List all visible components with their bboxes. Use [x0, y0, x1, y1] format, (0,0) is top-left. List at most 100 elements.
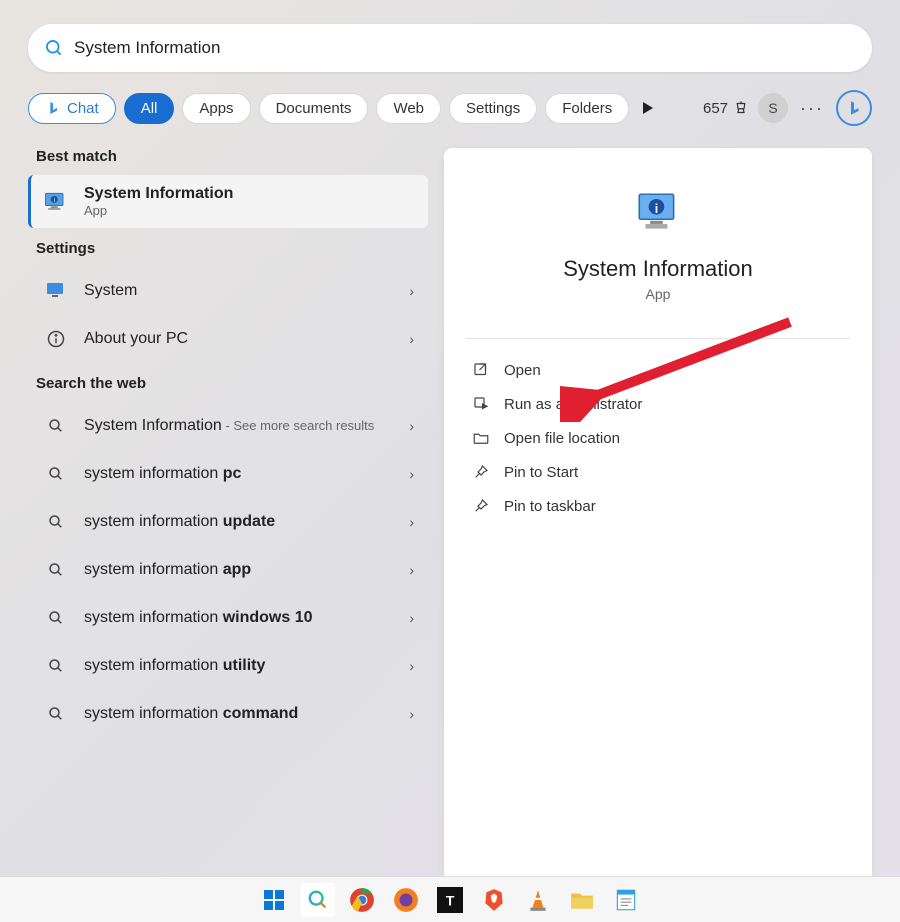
search-box[interactable]	[28, 24, 872, 72]
chevron-right-icon: ›	[409, 418, 414, 434]
web-result-suffix: - See more search results	[222, 418, 374, 433]
action-open-location[interactable]: Open file location	[444, 421, 872, 455]
action-label: Run as administrator	[504, 396, 642, 413]
user-avatar[interactable]: S	[758, 93, 788, 123]
best-match-item[interactable]: i System Information App	[28, 175, 428, 228]
web-result-suffix: pc	[223, 465, 242, 482]
web-result-prefix: System Information	[84, 417, 222, 434]
web-result-suffix: windows 10	[223, 609, 313, 626]
taskbar: T	[0, 876, 900, 922]
best-match-header: Best match	[36, 148, 428, 165]
more-options-icon[interactable]: ···	[796, 98, 828, 119]
filter-documents[interactable]: Documents	[259, 93, 369, 124]
filter-folders-label: Folders	[562, 100, 612, 117]
points-value: 657	[703, 100, 728, 117]
filter-all[interactable]: All	[124, 93, 175, 124]
best-match-subtitle: App	[84, 203, 414, 218]
web-result[interactable]: system information pc ›	[28, 450, 428, 498]
web-result-prefix: system information	[84, 465, 223, 482]
svg-text:i: i	[655, 202, 658, 216]
filter-apps-label: Apps	[199, 100, 233, 117]
detail-title: System Information	[444, 256, 872, 282]
settings-item-label: System	[84, 282, 401, 300]
web-result-suffix: app	[223, 561, 251, 578]
filter-apps[interactable]: Apps	[182, 93, 250, 124]
filter-documents-label: Documents	[276, 100, 352, 117]
search-icon	[42, 508, 70, 536]
search-icon	[42, 460, 70, 488]
settings-item-about-pc[interactable]: About your PC ›	[28, 315, 428, 363]
system-information-icon: i	[633, 188, 683, 238]
avatar-initial: S	[768, 100, 777, 116]
filter-row: Chat All Apps Documents Web Settings Fol…	[28, 90, 872, 126]
taskbar-brave-icon[interactable]	[477, 883, 511, 917]
detail-subtitle: App	[444, 286, 872, 302]
search-icon	[42, 652, 70, 680]
filter-more-icon[interactable]	[643, 102, 653, 114]
rewards-icon	[732, 99, 750, 117]
open-icon	[472, 361, 490, 379]
chevron-right-icon: ›	[409, 562, 414, 578]
svg-text:i: i	[54, 197, 55, 204]
action-label: Pin to taskbar	[504, 498, 596, 515]
filter-chat[interactable]: Chat	[28, 93, 116, 124]
taskbar-search-button[interactable]	[301, 883, 335, 917]
web-result-suffix: update	[223, 513, 275, 530]
web-result[interactable]: system information command ›	[28, 690, 428, 738]
web-result-prefix: system information	[84, 609, 223, 626]
taskbar-vlc-icon[interactable]	[521, 883, 555, 917]
search-input[interactable]	[74, 38, 856, 58]
bing-chat-icon	[45, 100, 61, 116]
taskbar-notepad-icon[interactable]	[609, 883, 643, 917]
bing-icon	[845, 99, 863, 117]
web-result-suffix: command	[223, 705, 299, 722]
best-match-title: System Information	[84, 185, 414, 203]
taskbar-chrome-icon[interactable]	[345, 883, 379, 917]
web-result-suffix: utility	[223, 657, 266, 674]
start-search-panel: Chat All Apps Documents Web Settings Fol…	[0, 0, 900, 876]
search-icon	[42, 700, 70, 728]
results-column: Best match i System Information App Sett…	[28, 148, 428, 888]
admin-icon	[472, 395, 490, 413]
web-header: Search the web	[36, 375, 428, 392]
settings-item-label: About your PC	[84, 330, 401, 348]
settings-item-system[interactable]: System ›	[28, 267, 428, 315]
web-result-prefix: system information	[84, 705, 223, 722]
filter-web[interactable]: Web	[376, 93, 441, 124]
action-label: Open file location	[504, 430, 620, 447]
system-settings-icon	[42, 277, 70, 305]
settings-header: Settings	[36, 240, 428, 257]
web-result-prefix: system information	[84, 561, 223, 578]
filter-folders[interactable]: Folders	[545, 93, 629, 124]
action-pin-start[interactable]: Pin to Start	[444, 455, 872, 489]
filter-settings[interactable]: Settings	[449, 93, 537, 124]
action-label: Pin to Start	[504, 464, 578, 481]
chevron-right-icon: ›	[409, 514, 414, 530]
rewards-points[interactable]: 657	[703, 99, 750, 117]
chevron-right-icon: ›	[409, 610, 414, 626]
action-open[interactable]: Open	[444, 353, 872, 387]
chevron-right-icon: ›	[409, 706, 414, 722]
system-information-icon: i	[42, 188, 70, 216]
chevron-right-icon: ›	[409, 658, 414, 674]
action-pin-taskbar[interactable]: Pin to taskbar	[444, 489, 872, 523]
web-result[interactable]: system information windows 10 ›	[28, 594, 428, 642]
folder-icon	[472, 429, 490, 447]
divider	[466, 338, 850, 339]
web-result[interactable]: system information utility ›	[28, 642, 428, 690]
web-result[interactable]: system information app ›	[28, 546, 428, 594]
taskbar-app-icon[interactable]: T	[433, 883, 467, 917]
bing-button[interactable]	[836, 90, 872, 126]
info-icon	[42, 325, 70, 353]
filter-all-label: All	[141, 100, 158, 117]
taskbar-start-button[interactable]	[257, 883, 291, 917]
web-result-prefix: system information	[84, 657, 223, 674]
taskbar-firefox-icon[interactable]	[389, 883, 423, 917]
filter-settings-label: Settings	[466, 100, 520, 117]
web-result[interactable]: System Information - See more search res…	[28, 402, 428, 450]
web-result[interactable]: system information update ›	[28, 498, 428, 546]
action-run-admin[interactable]: Run as administrator	[444, 387, 872, 421]
chevron-right-icon: ›	[409, 466, 414, 482]
taskbar-explorer-icon[interactable]	[565, 883, 599, 917]
pin-icon	[472, 497, 490, 515]
